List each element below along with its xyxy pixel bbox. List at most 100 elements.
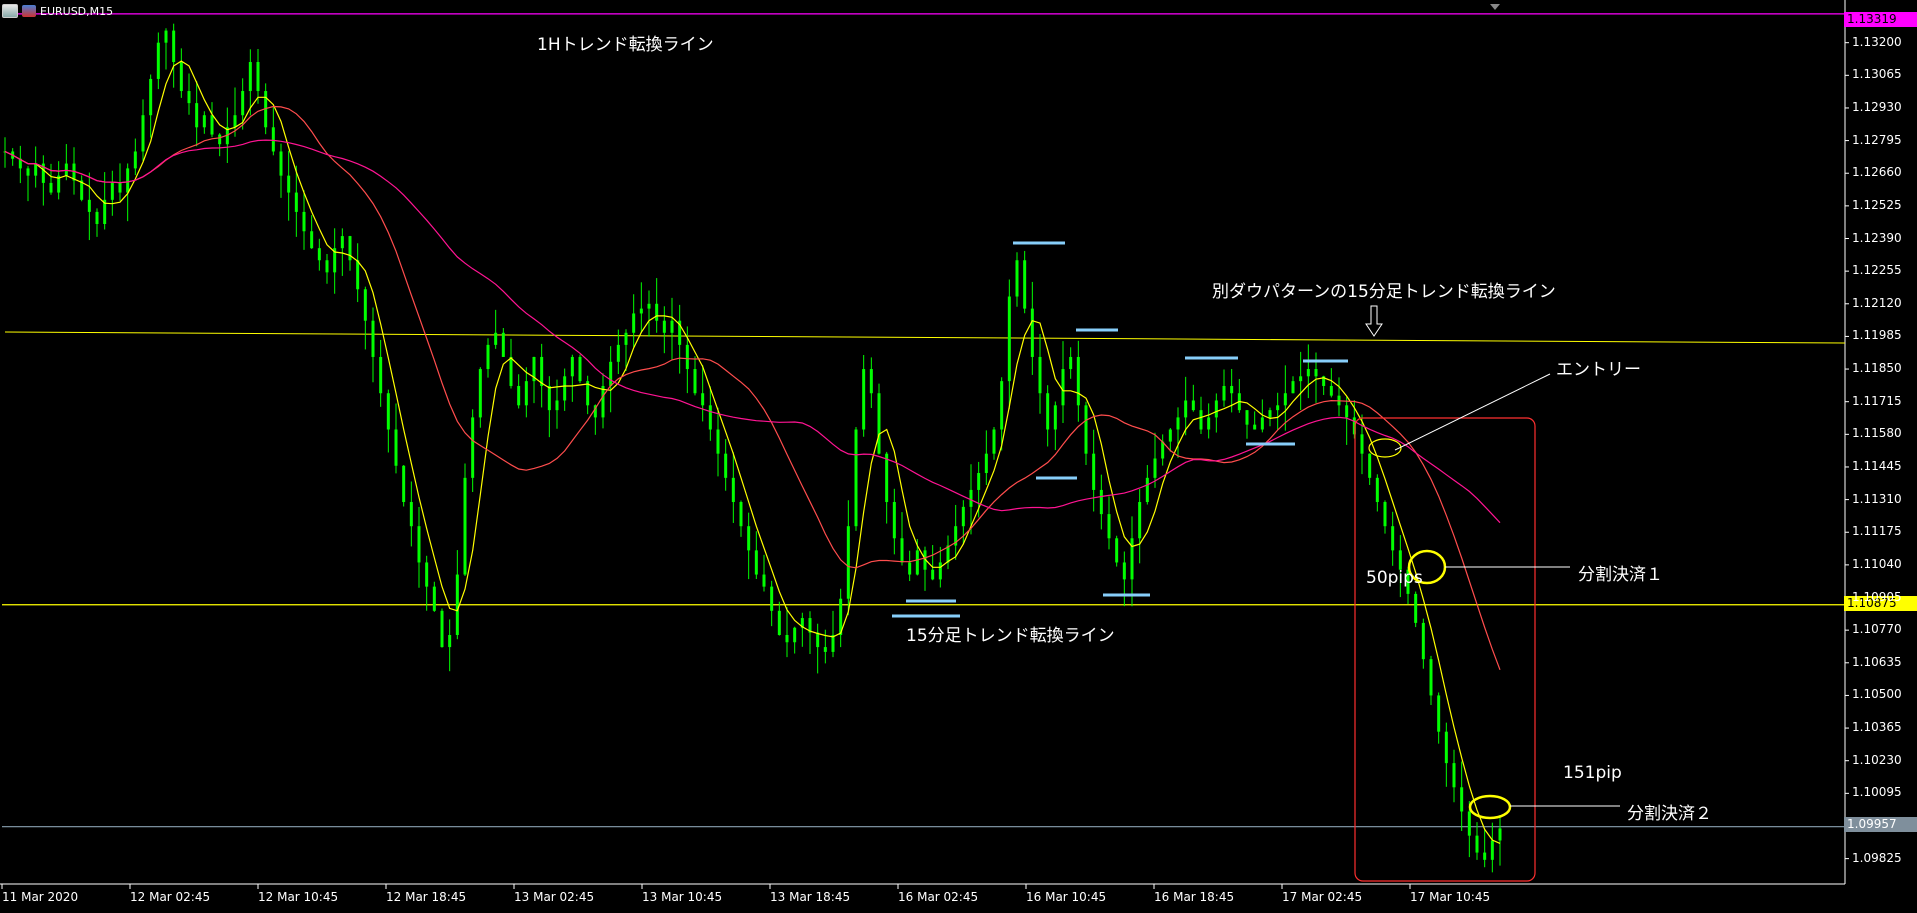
annotation-partial-close-2: 分割決済２ — [1627, 804, 1712, 824]
symbol-bar: EURUSD,M15 — [2, 4, 113, 18]
trend-line-diagonal — [4, 331, 1846, 344]
candle-body — [1452, 763, 1456, 788]
time-tick-label: 12 Mar 02:45 — [130, 890, 211, 904]
candle-body — [831, 634, 835, 652]
candle-body — [386, 393, 390, 430]
candle-body — [1467, 811, 1471, 836]
annotation-50pips: 50pips — [1366, 568, 1423, 588]
candle-body — [731, 477, 735, 503]
time-tick-label: 13 Mar 10:45 — [642, 890, 723, 904]
candle-body — [915, 550, 919, 575]
candle-body — [1490, 840, 1494, 860]
chart-shift-icon — [1490, 4, 1500, 10]
price-tick-label: 1.12525 — [1852, 197, 1902, 212]
candle-body — [110, 182, 114, 200]
candle-body — [969, 489, 973, 507]
candle-body — [149, 78, 153, 116]
candle-body — [279, 151, 283, 176]
price-tick-label: 1.13065 — [1852, 67, 1902, 82]
candle-body — [693, 369, 697, 394]
candle-body — [777, 610, 781, 635]
candle-body — [938, 562, 942, 580]
candle-body — [1360, 434, 1364, 454]
candle-body — [172, 30, 176, 63]
candle-body — [310, 231, 314, 249]
candle-body — [609, 361, 613, 386]
candle-body — [1383, 502, 1387, 527]
candle-body — [793, 627, 797, 643]
candle-body — [1069, 356, 1073, 370]
price-tick-label: 1.10365 — [1852, 720, 1902, 735]
candle-body — [402, 465, 406, 503]
candle-body — [555, 400, 559, 411]
chart-type-icon[interactable] — [22, 5, 36, 17]
price-tick-label: 1.09825 — [1852, 850, 1902, 865]
price-tick-label: 1.11310 — [1852, 491, 1902, 506]
candle-body — [892, 502, 896, 539]
candle-body — [762, 574, 766, 587]
time-tick-label: 16 Mar 02:45 — [898, 890, 979, 904]
candle-body — [1092, 453, 1096, 490]
candle-body — [87, 199, 91, 212]
candle-body — [126, 168, 130, 193]
candle-body — [1153, 458, 1157, 478]
candle-body — [455, 574, 459, 635]
candle-body — [992, 429, 996, 454]
ma-fast-line — [4, 60, 1501, 844]
candle-body — [1176, 417, 1180, 430]
candle-body — [655, 303, 659, 321]
time-tick-label: 17 Mar 02:45 — [1282, 890, 1363, 904]
annotation-151pip: 151pip — [1563, 763, 1622, 783]
price-chart[interactable]: EURUSD,M15 1Hトレンド転換ライン 別ダウパターンの15分足トレンド転… — [0, 0, 1917, 909]
down-arrow-icon — [1365, 305, 1383, 337]
candle-body — [417, 526, 421, 563]
candle-body — [1306, 369, 1310, 377]
candle-body — [624, 332, 628, 345]
candle-body — [900, 538, 904, 563]
candle-body — [1345, 405, 1349, 418]
candle-body — [1437, 695, 1441, 732]
price-tag-current: 1.09957 — [1844, 817, 1917, 832]
candle-body — [26, 168, 30, 176]
time-tick-label: 17 Mar 10:45 — [1410, 890, 1491, 904]
price-tick-label: 1.10770 — [1852, 622, 1902, 637]
price-tick-label: 1.12795 — [1852, 132, 1902, 147]
candle-body — [356, 260, 360, 290]
price-tick-label: 1.11175 — [1852, 524, 1902, 539]
time-tick-label: 13 Mar 18:45 — [770, 890, 851, 904]
candle-body — [1483, 852, 1487, 860]
candle-body — [601, 385, 605, 418]
candle-body — [854, 429, 858, 527]
candle-body — [1061, 369, 1065, 406]
candle-body — [1391, 526, 1395, 551]
candle-body — [639, 308, 643, 314]
candle-body — [379, 356, 383, 394]
price-tick-label: 1.12255 — [1852, 263, 1902, 278]
candle-body — [409, 502, 413, 527]
candle-body — [1161, 441, 1165, 459]
candle-body — [478, 369, 482, 418]
candle-body — [1199, 410, 1203, 430]
annotation-15m-alt-trend-line: 別ダウパターンの15分足トレンド転換ライン — [1212, 282, 1556, 302]
candle-body — [1191, 400, 1195, 411]
window-icon[interactable] — [2, 4, 18, 18]
candle-body — [1414, 593, 1418, 623]
candle-body — [908, 562, 912, 575]
candle-body — [494, 332, 498, 345]
candle-body — [271, 127, 275, 152]
candle-body — [210, 115, 214, 135]
candle-body — [517, 385, 521, 406]
candle-body — [1030, 308, 1034, 357]
candle-body — [1283, 393, 1287, 406]
price-tag-top-line: 1.13319 — [1844, 12, 1917, 27]
price-tick-label: 1.10500 — [1852, 687, 1902, 702]
candle-body — [218, 134, 222, 145]
candle-body — [1276, 405, 1280, 411]
candle-body — [1184, 400, 1188, 418]
price-tick-label: 1.12120 — [1852, 295, 1902, 310]
candle-body — [862, 369, 866, 430]
chart-canvas[interactable] — [0, 0, 1917, 909]
candle-body — [1260, 417, 1264, 430]
time-tick-label: 12 Mar 10:45 — [258, 890, 339, 904]
candle-body — [1015, 260, 1019, 297]
